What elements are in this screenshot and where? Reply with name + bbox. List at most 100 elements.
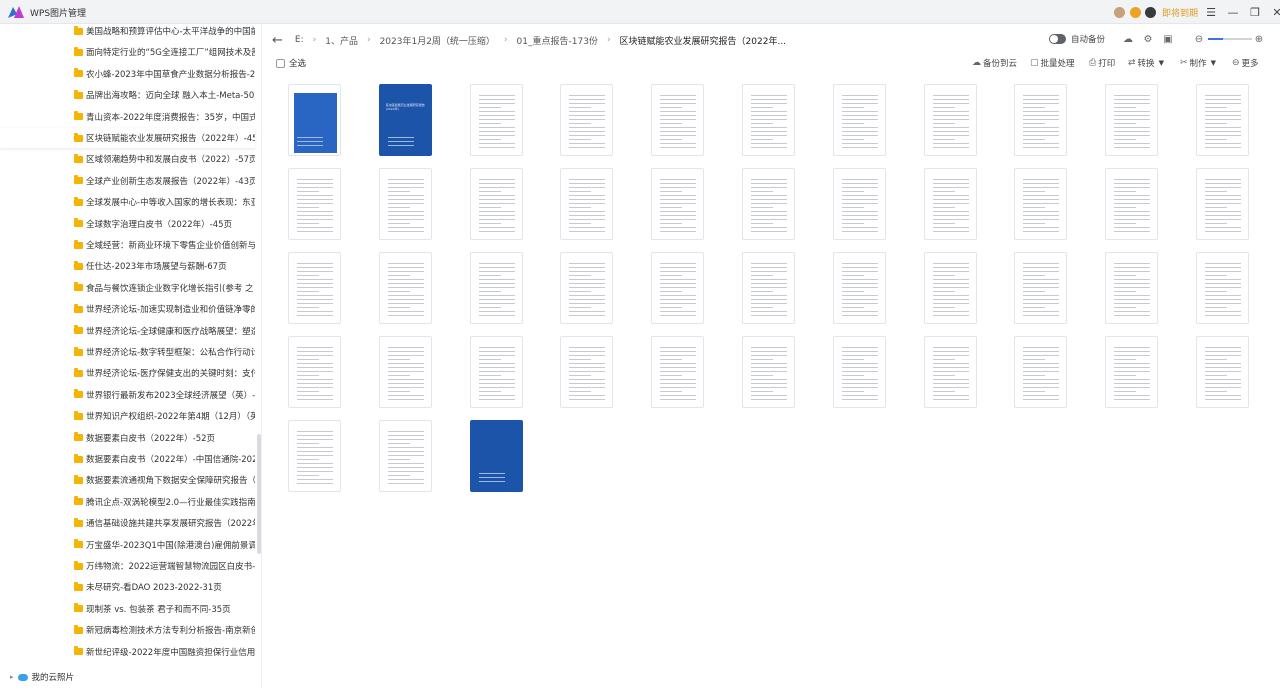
page-thumbnail[interactable]	[288, 168, 341, 240]
page-thumbnail[interactable]	[1105, 252, 1159, 324]
cloud-upload-icon[interactable]: ☁	[1121, 32, 1135, 46]
sidebar-folder-item[interactable]: 食品与餐饮连锁企业数字化增长指引(参考 之 数	[0, 278, 255, 298]
page-thumbnail[interactable]	[469, 420, 523, 492]
sidebar-folder-item[interactable]: 世界经济论坛-数字转型框架：公私合作行动计	[0, 342, 255, 362]
sidebar-folder-item[interactable]: 区域领潮趋势中和发展白皮书（2022）-57页	[0, 149, 255, 169]
sidebar-folder-item[interactable]: 青山资本-2022年度消费报告：35岁，中国式中年	[0, 107, 255, 127]
sidebar-folder-item[interactable]: 全球发展中心-中等收入国家的增长表现：东亚和	[0, 192, 255, 212]
backup-to-cloud-button[interactable]: ☁ 备份到云	[972, 57, 1017, 69]
zoom-out-icon[interactable]: ⊖	[1192, 32, 1206, 46]
page-thumbnail[interactable]	[288, 252, 341, 324]
batch-process-button[interactable]: ▢ 批量处理	[1030, 57, 1075, 69]
page-thumbnail[interactable]	[560, 252, 614, 324]
sidebar-scrollbar[interactable]	[257, 434, 261, 554]
page-thumbnail[interactable]	[1196, 252, 1249, 324]
page-thumbnail[interactable]	[469, 84, 523, 156]
breadcrumb-item[interactable]: 1、产品	[325, 34, 358, 47]
page-thumbnail[interactable]	[469, 168, 523, 240]
page-thumbnail[interactable]	[742, 336, 795, 408]
page-thumbnail[interactable]	[742, 84, 795, 156]
page-thumbnail[interactable]	[923, 336, 977, 408]
close-icon[interactable]: ✕	[1266, 0, 1280, 24]
breadcrumb-item[interactable]: E:	[295, 35, 304, 45]
back-arrow-icon[interactable]: ←	[272, 33, 283, 48]
more-button[interactable]: ⊖ 更多	[1232, 57, 1259, 69]
select-all[interactable]: 全选	[276, 57, 306, 69]
sidebar-folder-item[interactable]: 数据要素白皮书（2022年）-52页	[0, 428, 255, 448]
page-thumbnail[interactable]	[1014, 84, 1068, 156]
page-thumbnail[interactable]	[832, 84, 886, 156]
page-thumbnail[interactable]	[651, 84, 705, 156]
page-thumbnail[interactable]	[742, 252, 795, 324]
sidebar-folder-item[interactable]: 全球产业创新生态发展报告（2022年）-43页	[0, 171, 255, 191]
sidebar-folder-item[interactable]: 现制茶 vs. 包装茶 君子和而不同-35页	[0, 599, 255, 619]
sidebar-folder-item[interactable]: 通信基础设施共建共享发展研究报告（2022年）	[0, 513, 255, 533]
page-thumbnail[interactable]	[651, 252, 705, 324]
page-thumbnail[interactable]	[651, 336, 705, 408]
sidebar-folder-item[interactable]: 世界经济论坛-全球健康和医疗战略展望：塑造韧	[0, 321, 255, 341]
sidebar-folder-item[interactable]: 腾讯企点-双涡轮模型2.0—行业最佳实践指南-5	[0, 492, 255, 512]
breadcrumb-item[interactable]: 01_重点报告-173份	[517, 34, 598, 47]
filter-icon[interactable]: ⚙	[1141, 32, 1155, 46]
page-thumbnail[interactable]	[923, 168, 977, 240]
page-thumbnail[interactable]	[378, 252, 432, 324]
page-thumbnail[interactable]	[1014, 252, 1068, 324]
page-thumbnail[interactable]	[1105, 336, 1159, 408]
page-thumbnail[interactable]	[923, 84, 977, 156]
sidebar-folder-item[interactable]: 美国战略和预算评估中心-太平洋战争的中国前线	[0, 24, 255, 41]
page-thumbnail[interactable]	[1105, 84, 1159, 156]
login-label[interactable]: 即将到期	[1162, 6, 1198, 19]
cloud-photos-item[interactable]: ▸ 我的云照片	[10, 668, 74, 686]
zoom-slider[interactable]	[1208, 38, 1252, 40]
page-thumbnail[interactable]	[1105, 168, 1159, 240]
sidebar-folder-item[interactable]: 世界经济论坛-加速实现制造业和价值链净零的	[0, 299, 255, 319]
page-thumbnail[interactable]	[378, 336, 432, 408]
page-thumbnail[interactable]	[288, 84, 341, 156]
sidebar-folder-item[interactable]: 面向特定行业的“5G全连接工厂”组网技术及部署	[0, 42, 255, 62]
sidebar-folder-item[interactable]: 世界经济论坛-医疗保健支出的关键时刻：支付模	[0, 363, 255, 383]
menu-icon[interactable]: ☰	[1200, 0, 1222, 24]
minimize-icon[interactable]: —	[1222, 0, 1244, 24]
page-thumbnail[interactable]	[1196, 84, 1249, 156]
page-thumbnail[interactable]	[378, 168, 432, 240]
page-thumbnail[interactable]	[560, 168, 614, 240]
sidebar-folder-item[interactable]: 全域经营：新商业环境下零售企业价值创新与增	[0, 235, 255, 255]
page-thumbnail[interactable]	[1014, 168, 1068, 240]
sidebar-folder-item[interactable]: 区块链赋能农业发展研究报告（2022年）-45页	[0, 128, 255, 148]
restore-icon[interactable]: ❐	[1244, 0, 1266, 24]
auto-backup-toggle[interactable]	[1049, 34, 1066, 44]
auto-backup[interactable]: 自动备份	[1049, 33, 1105, 45]
make-button[interactable]: ✂ 制作 ▼	[1180, 57, 1216, 69]
page-thumbnail[interactable]	[1196, 336, 1249, 408]
page-thumbnail[interactable]	[651, 168, 705, 240]
view-mode-icon[interactable]: ▣	[1161, 32, 1175, 46]
zoom-in-icon[interactable]: ⊕	[1252, 32, 1266, 46]
sidebar-folder-item[interactable]: 数据要素白皮书（2022年）-中国信通院-2023.	[0, 449, 255, 469]
convert-button[interactable]: ⇄ 转换 ▼	[1128, 57, 1164, 69]
breadcrumb-item[interactable]: 2023年1月2周（统一压缩）	[380, 34, 495, 47]
page-thumbnail[interactable]	[469, 252, 523, 324]
page-thumbnail[interactable]	[832, 252, 886, 324]
page-thumbnail[interactable]	[832, 336, 886, 408]
page-thumbnail[interactable]	[1196, 168, 1249, 240]
select-all-checkbox[interactable]	[276, 58, 285, 68]
sidebar-folder-item[interactable]: 世界银行最新发布2023全球经济展望（英）-20	[0, 385, 255, 405]
page-thumbnail[interactable]	[923, 252, 977, 324]
page-thumbnail[interactable]	[288, 420, 341, 492]
sidebar-folder-item[interactable]: 世界知识产权组织-2022年第4期（12月）（英文	[0, 406, 255, 426]
sidebar-folder-item[interactable]: 数据要素流通视角下数据安全保障研究报告（20	[0, 470, 255, 490]
avatar[interactable]	[1114, 6, 1125, 18]
sidebar-folder-item[interactable]: 万纬物流：2022运营端智慧物流园区白皮书-28	[0, 556, 255, 576]
sidebar-folder-item[interactable]: 万宝盛华-2023Q1中国(除港澳台)雇佣前景调查	[0, 535, 255, 555]
sidebar-folder-item[interactable]: 新冠病毒检测技术方法专利分析报告-南京新创	[0, 620, 255, 640]
page-thumbnail[interactable]	[469, 336, 523, 408]
page-thumbnail[interactable]	[560, 84, 614, 156]
sidebar-folder-item[interactable]: 未尽研究-看DAO 2023-2022-31页	[0, 577, 255, 597]
sidebar-folder-item[interactable]: 全球数字治理白皮书（2022年）-45页	[0, 214, 255, 234]
page-thumbnail[interactable]	[288, 336, 341, 408]
print-button[interactable]: ⎙ 打印	[1089, 57, 1115, 69]
sidebar-folder-item[interactable]: 品牌出海攻略：迈向全球 融入本土-Meta-50页	[0, 85, 255, 105]
page-thumbnail[interactable]	[378, 420, 432, 492]
sidebar-folder-item[interactable]: 农小蜂-2023年中国草食产业数据分析报告-25页	[0, 64, 255, 84]
page-thumbnail[interactable]	[742, 168, 795, 240]
